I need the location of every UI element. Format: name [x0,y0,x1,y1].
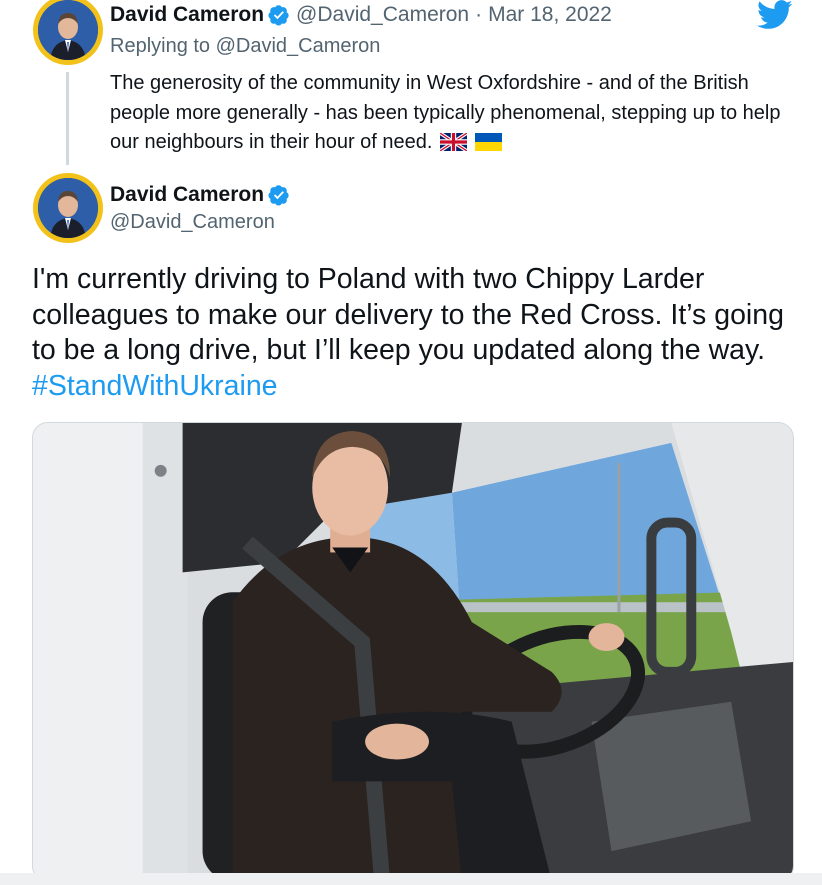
main-tweet-text: I'm currently driving to Poland with two… [32,262,802,404]
author-name[interactable]: David Cameron [110,3,264,27]
author-handle[interactable]: @David_Cameron [296,3,469,27]
author-name[interactable]: David Cameron [110,183,264,207]
separator-dot: · [475,3,483,26]
main-tweet-author: David Cameron [110,181,296,209]
author-handle[interactable]: @David_Cameron [110,211,275,234]
avatar-portrait [38,178,98,238]
tweet-photo[interactable] [32,422,794,882]
hashtag-link[interactable]: #StandWithUkraine [32,370,278,402]
reply-tweet-text: The generosity of the community in West … [110,69,790,158]
tweet-date[interactable]: Mar 18, 2022 [488,3,612,27]
verified-badge-icon [268,5,289,26]
reply-tweet-header: David Cameron @David_Cameron · Mar 18, 2… [110,2,612,28]
thread-connector-line [66,72,69,165]
replying-to-label[interactable]: Replying to @David_Cameron [110,35,380,58]
twitter-bird-icon[interactable] [756,0,794,30]
united-kingdom-flag-icon [440,133,468,151]
main-tweet-body: I'm currently driving to Poland with two… [32,263,784,366]
avatar[interactable] [33,0,103,65]
ukraine-flag-icon [474,133,502,151]
avatar[interactable] [33,173,103,243]
avatar-portrait [38,0,98,60]
bottom-browser-strip [0,873,822,885]
van-cab-photo [33,423,793,881]
verified-badge-icon [268,185,289,206]
